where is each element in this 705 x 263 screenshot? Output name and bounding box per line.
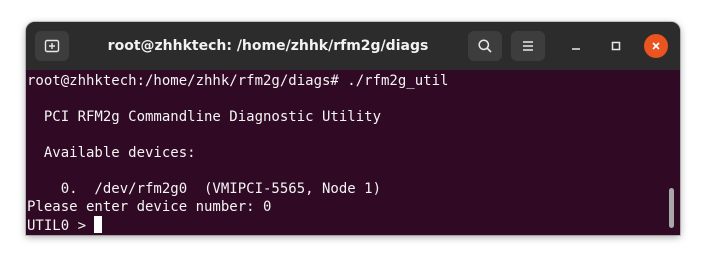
maximize-icon xyxy=(611,41,621,51)
close-button[interactable] xyxy=(644,34,668,58)
window-title: root@zhhktech: /home/zhhk/rfm2g/diags xyxy=(107,38,429,54)
title-bar[interactable]: root@zhhktech: /home/zhhk/rfm2g/diags xyxy=(26,22,680,70)
terminal-area[interactable]: root@zhhktech:/home/zhhk/rfm2g/diags# ./… xyxy=(26,70,680,235)
minimize-icon xyxy=(572,48,580,50)
terminal-line: 0. /dev/rfm2g0 (VMIPCI-5565, Node 1) xyxy=(27,181,382,197)
menu-button[interactable] xyxy=(511,31,545,61)
scrollbar[interactable] xyxy=(669,188,674,228)
terminal-window: root@zhhktech: /home/zhhk/rfm2g/diags ro… xyxy=(26,22,680,235)
search-icon xyxy=(478,39,492,53)
maximize-button[interactable] xyxy=(604,34,628,58)
minimize-button[interactable] xyxy=(564,34,588,58)
hamburger-menu-icon xyxy=(523,41,533,51)
terminal-line: Available devices: xyxy=(27,145,196,161)
new-tab-icon xyxy=(44,39,60,53)
new-tab-button[interactable] xyxy=(35,31,69,61)
close-icon xyxy=(652,42,660,50)
terminal-prompt: UTIL0 > xyxy=(27,218,95,234)
terminal-line: Please enter device number: 0 xyxy=(27,199,272,215)
terminal-line: PCI RFM2g Commandline Diagnostic Utility xyxy=(27,109,382,125)
search-button[interactable] xyxy=(468,31,502,61)
terminal-output: root@zhhktech:/home/zhhk/rfm2g/diags# ./… xyxy=(27,72,448,235)
terminal-line: root@zhhktech:/home/zhhk/rfm2g/diags# ./… xyxy=(27,73,449,89)
text-cursor xyxy=(94,216,103,233)
